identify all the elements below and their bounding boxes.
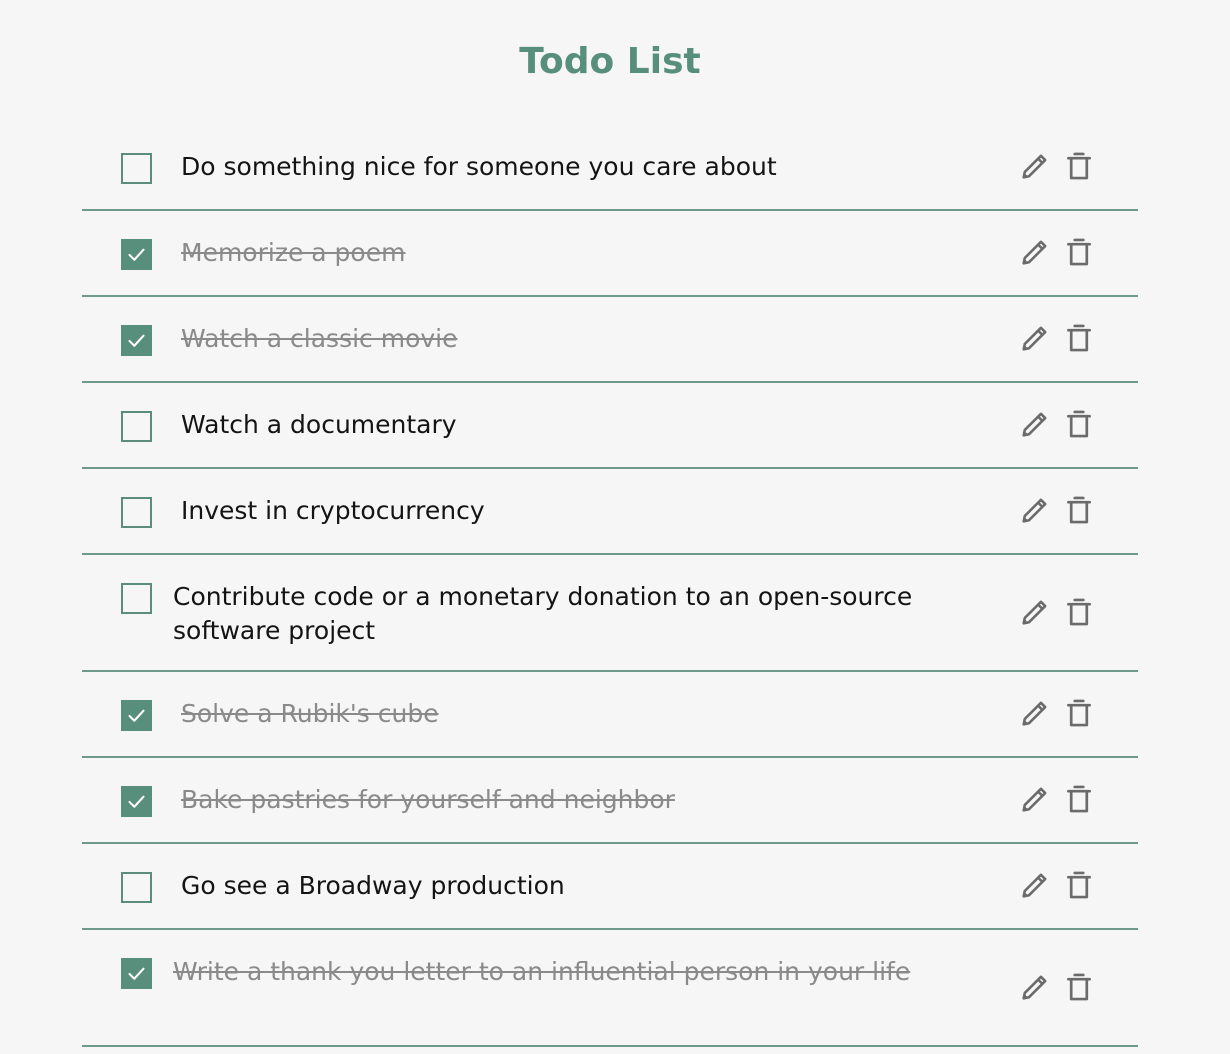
- trash-icon[interactable]: [1062, 321, 1096, 355]
- todo-text: Do something nice for someone you care a…: [181, 152, 777, 181]
- todo-item: Do something nice for someone you care a…: [82, 125, 1138, 211]
- todo-checkbox[interactable]: [121, 325, 152, 356]
- todo-text: Watch a documentary: [181, 410, 457, 439]
- trash-icon[interactable]: [1062, 149, 1096, 183]
- check-icon: [128, 967, 145, 980]
- todo-text: Solve a Rubik's cube: [181, 699, 439, 728]
- todo-checkbox[interactable]: [121, 786, 152, 817]
- todo-item: Go see a Broadway production: [82, 844, 1138, 930]
- todo-text: Go see a Broadway production: [181, 871, 565, 900]
- todo-item: Watch a documentary: [82, 383, 1138, 469]
- todo-item: Memorize a poem: [82, 211, 1138, 297]
- pencil-icon[interactable]: [1018, 493, 1052, 527]
- trash-icon[interactable]: [1062, 235, 1096, 269]
- check-icon: [128, 709, 145, 722]
- trash-icon[interactable]: [1062, 407, 1096, 441]
- pencil-icon[interactable]: [1018, 407, 1052, 441]
- todo-text: Watch a classic movie: [181, 324, 458, 353]
- todo-item: Bake pastries for yourself and neighbor: [82, 758, 1138, 844]
- todo-text: Invest in cryptocurrency: [181, 496, 485, 525]
- todo-checkbox[interactable]: [121, 411, 152, 442]
- todo-text: Bake pastries for yourself and neighbor: [181, 785, 675, 814]
- todo-checkbox[interactable]: [121, 872, 152, 903]
- trash-icon[interactable]: [1062, 493, 1096, 527]
- pencil-icon[interactable]: [1018, 868, 1052, 902]
- pencil-icon[interactable]: [1018, 970, 1052, 1004]
- todo-text: Write a thank you letter to an influenti…: [173, 957, 911, 986]
- todo-checkbox[interactable]: [121, 153, 152, 184]
- check-icon: [128, 795, 145, 808]
- trash-icon[interactable]: [1062, 696, 1096, 730]
- check-icon: [128, 334, 145, 347]
- todo-checkbox[interactable]: [121, 583, 152, 614]
- page-title: Todo List: [519, 41, 701, 82]
- todo-checkbox[interactable]: [121, 700, 152, 731]
- pencil-icon[interactable]: [1018, 696, 1052, 730]
- todo-checkbox[interactable]: [121, 958, 152, 989]
- todo-item: Write a thank you letter to an influenti…: [82, 930, 1138, 1047]
- todo-text: Memorize a poem: [181, 238, 406, 267]
- todo-item: Invest in cryptocurrency: [82, 469, 1138, 555]
- todo-item: Watch a classic movie: [82, 297, 1138, 383]
- todo-list: Do something nice for someone you care a…: [82, 125, 1138, 1047]
- trash-icon[interactable]: [1062, 970, 1096, 1004]
- todo-item: Solve a Rubik's cube: [82, 672, 1138, 758]
- trash-icon[interactable]: [1062, 868, 1096, 902]
- check-icon: [128, 248, 145, 261]
- pencil-icon[interactable]: [1018, 235, 1052, 269]
- todo-checkbox[interactable]: [121, 239, 152, 270]
- trash-icon[interactable]: [1062, 782, 1096, 816]
- todo-item: Contribute code or a monetary donation t…: [82, 555, 1138, 672]
- trash-icon[interactable]: [1062, 595, 1096, 629]
- pencil-icon[interactable]: [1018, 782, 1052, 816]
- todo-checkbox[interactable]: [121, 497, 152, 528]
- pencil-icon[interactable]: [1018, 321, 1052, 355]
- todo-text: Contribute code or a monetary donation t…: [173, 582, 913, 645]
- pencil-icon[interactable]: [1018, 149, 1052, 183]
- pencil-icon[interactable]: [1018, 595, 1052, 629]
